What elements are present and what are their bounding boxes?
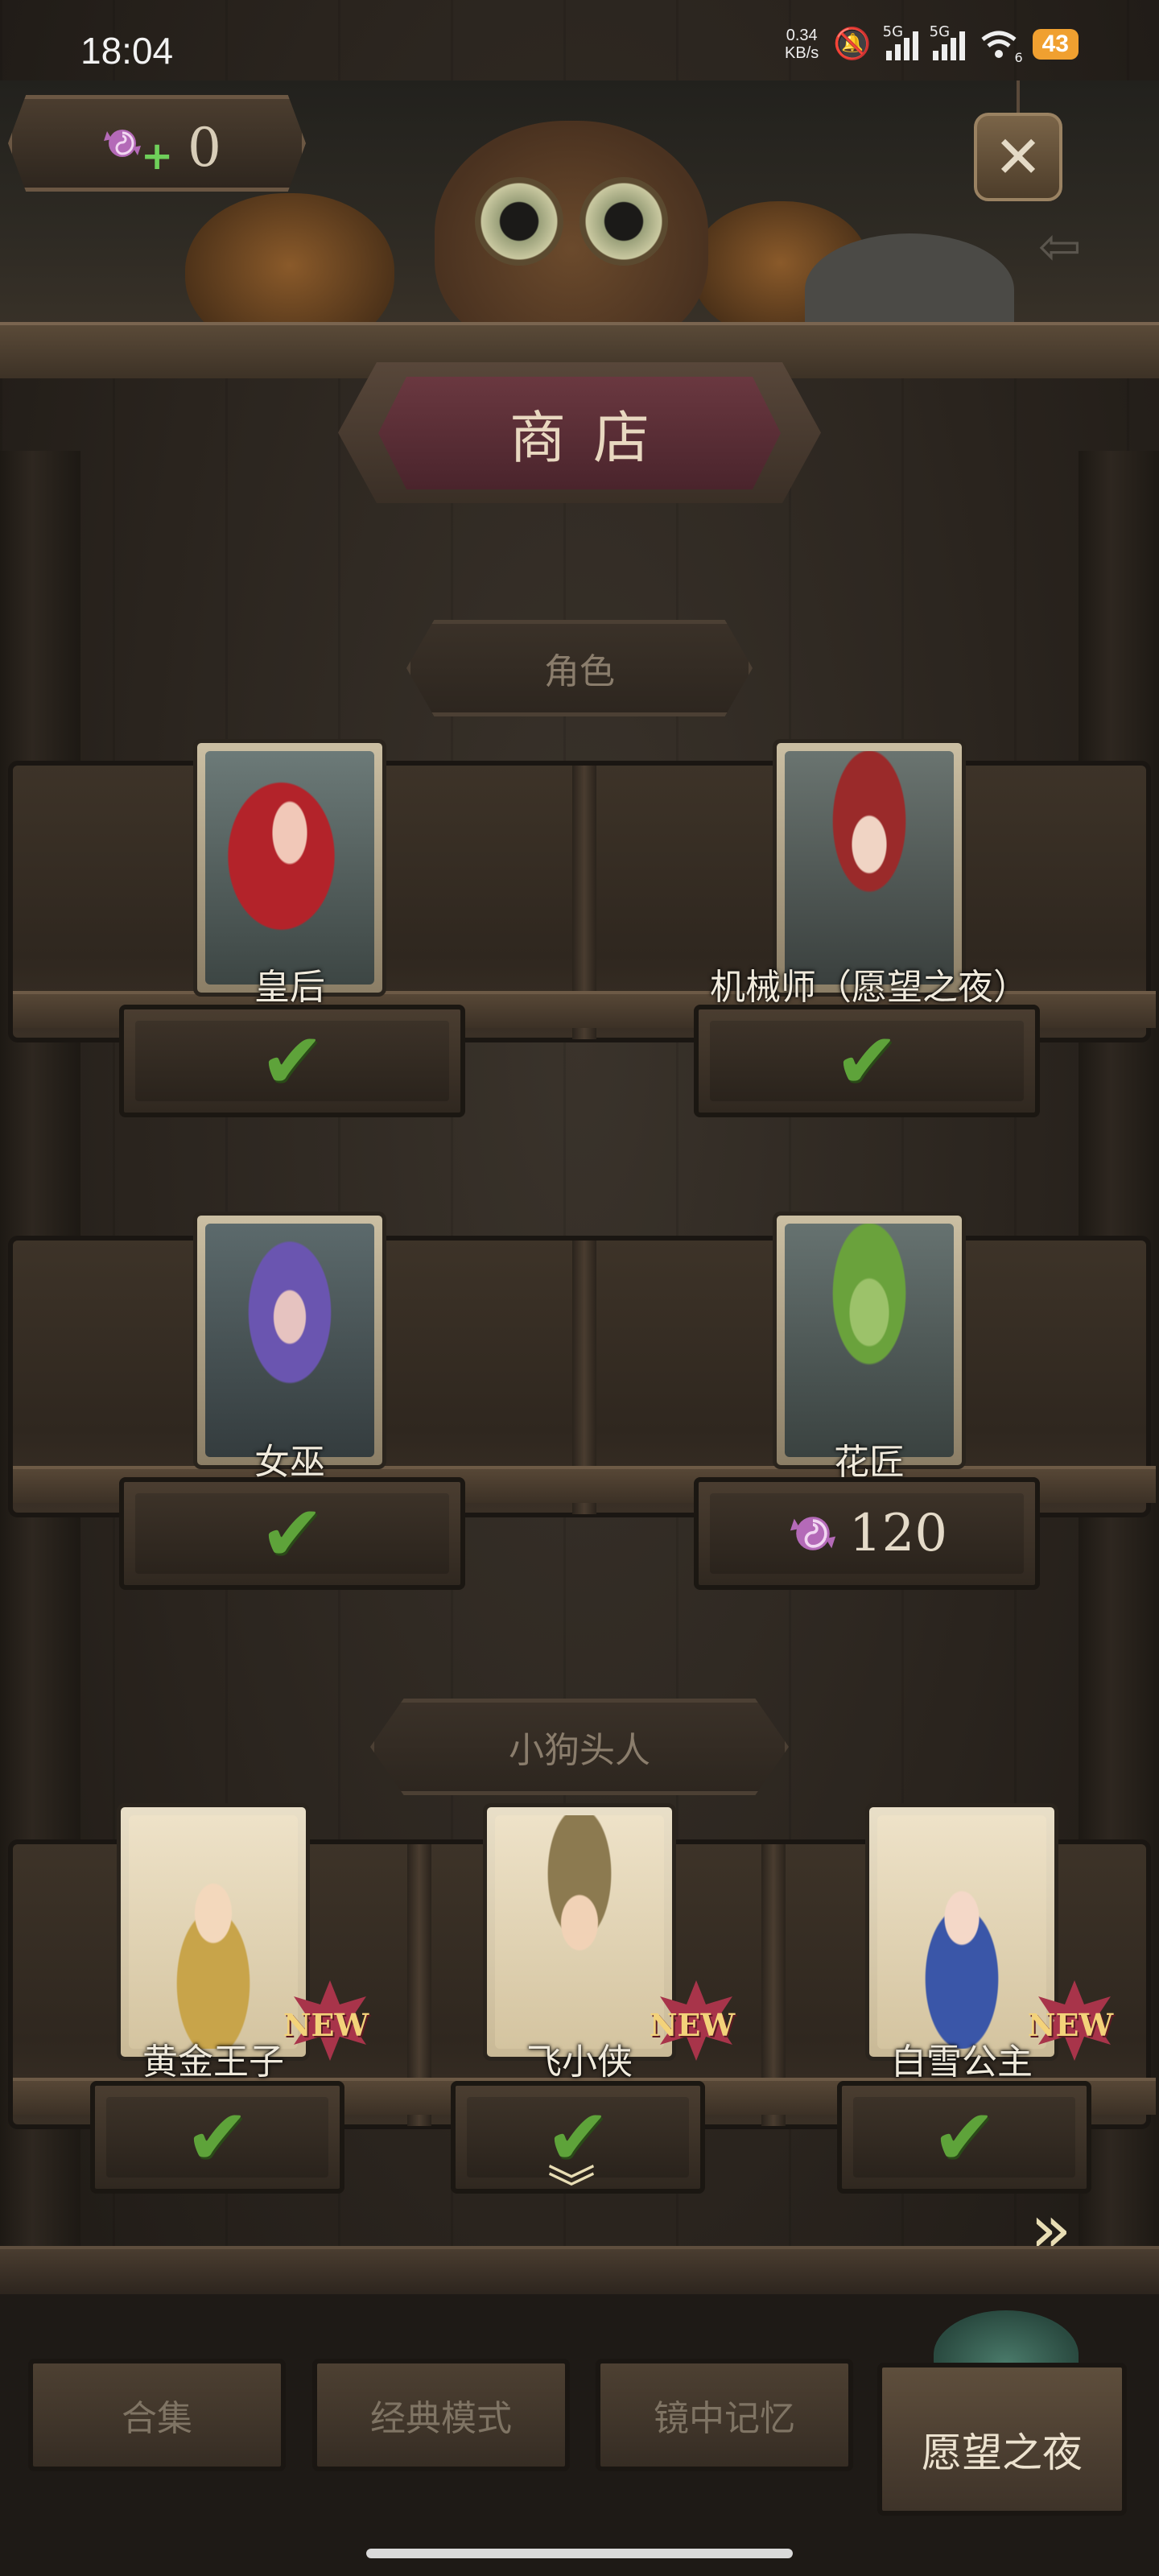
net-speed: 0.34 KB/s (785, 26, 819, 62)
tab-collection[interactable]: 合集 (28, 2359, 286, 2471)
status-time: 18:04 (80, 30, 174, 72)
owned-plate[interactable]: ✔ (119, 1477, 465, 1590)
doghead-name: 黄金王子 (142, 2041, 284, 2083)
status-icons: 0.34 KB/s 🔕 5G 5G 6 43 (785, 23, 1079, 65)
signal-icon: 5G (930, 23, 965, 60)
candy-icon (790, 1517, 836, 1550)
title-plate: 商店 (378, 377, 781, 489)
queen-portrait (205, 751, 374, 985)
owl-eye (475, 177, 563, 266)
price-plate[interactable]: 120 (694, 1477, 1040, 1590)
character-card[interactable] (193, 1212, 386, 1469)
mechanic-portrait (785, 751, 954, 985)
owned-plate[interactable]: ✔ (694, 1005, 1040, 1117)
owl-eye (580, 177, 668, 266)
section-title-dogheads: 小狗头人 (370, 1699, 789, 1795)
character-name: 机械师（愿望之夜） (710, 967, 1029, 1008)
candy-icon (104, 130, 141, 157)
checkmark-icon: ✔ (259, 1016, 325, 1106)
owl-decoration (435, 121, 708, 354)
signal-icon: 5G (883, 23, 918, 60)
owned-plate[interactable]: ✔ (119, 1005, 465, 1117)
shelf (8, 1236, 1156, 1517)
chevron-double-down-icon[interactable]: ︾ (547, 2165, 596, 2214)
witch-portrait (205, 1224, 374, 1457)
character-card[interactable] (773, 1212, 966, 1469)
currency-value: 0 (188, 117, 221, 179)
home-indicator[interactable] (366, 2549, 793, 2558)
wifi-icon: 6 (980, 28, 1023, 65)
battery-indicator: 43 (1032, 28, 1079, 60)
plus-icon: + (141, 134, 174, 179)
tab-classic-mode[interactable]: 经典模式 (312, 2359, 570, 2471)
checkmark-icon: ✔ (259, 1488, 325, 1579)
gardener-portrait (785, 1224, 954, 1457)
mute-icon: 🔕 (833, 26, 872, 61)
checkmark-icon: ✔ (184, 2092, 250, 2182)
owned-plate[interactable]: ✔ (90, 2081, 344, 2194)
tab-mirror-memory[interactable]: 镜中记忆 (596, 2359, 853, 2471)
checkmark-icon: ✔ (834, 1016, 900, 1106)
doghead-name: 白雪公主 (891, 2041, 1033, 2083)
checkmark-icon: ✔ (931, 2092, 997, 2182)
page-title: 商店 (509, 404, 677, 471)
tab-wish-night[interactable]: 愿望之夜 (877, 2363, 1127, 2516)
exit-icon: ⇦ (1038, 217, 1082, 277)
currency-display[interactable]: + 0 (8, 95, 306, 192)
price-amount: 120 (848, 1504, 948, 1563)
chain-decoration (1017, 80, 1020, 113)
close-button[interactable]: ✕ (966, 80, 1070, 209)
close-icon: ✕ (974, 113, 1062, 201)
doghead-name: 飞小侠 (526, 2041, 633, 2083)
owned-plate[interactable]: ✔ (837, 2081, 1091, 2194)
character-name: 皇后 (254, 967, 325, 1008)
section-title-characters: 角色 (406, 620, 753, 716)
bottom-rail (0, 2246, 1159, 2294)
